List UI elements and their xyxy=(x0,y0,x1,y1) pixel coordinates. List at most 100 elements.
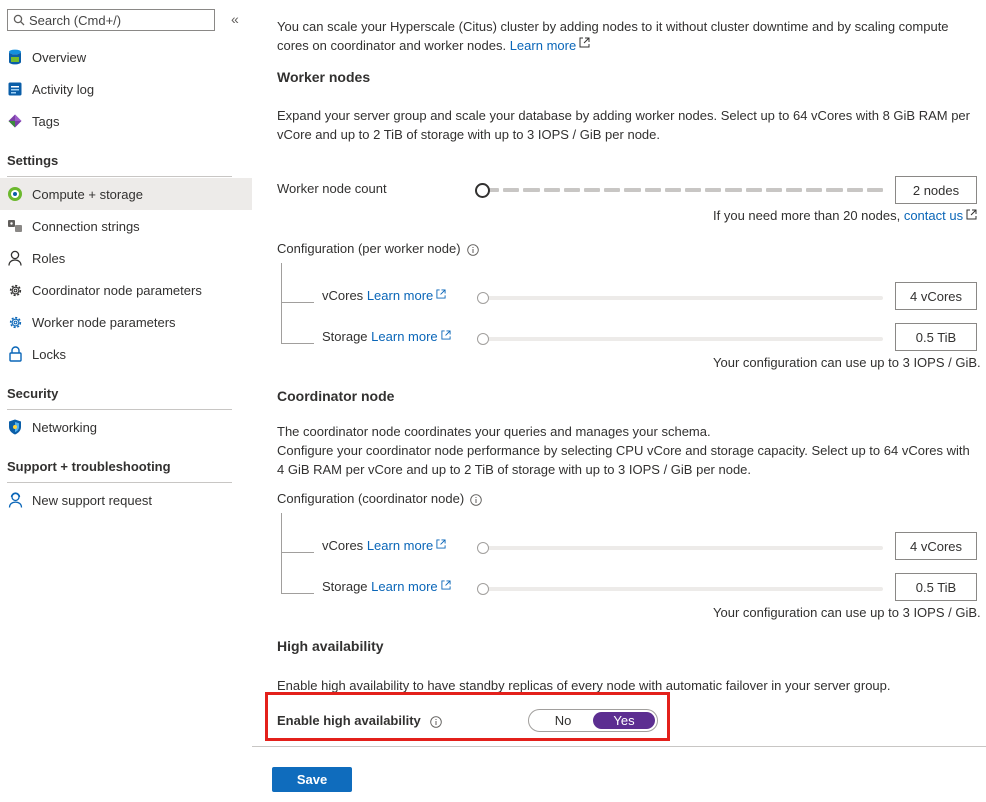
save-button[interactable]: Save xyxy=(272,767,352,792)
contact-us-link[interactable]: contact us xyxy=(904,208,977,223)
slider-tick xyxy=(503,188,520,192)
coordinator-config-tree-line xyxy=(281,513,282,593)
shield-icon xyxy=(7,419,23,435)
gear-icon xyxy=(7,314,23,330)
sidebar-item-compute-storage[interactable]: Compute + storage xyxy=(0,178,252,210)
worker-storage-slider[interactable] xyxy=(483,337,883,341)
slider-tick xyxy=(584,188,601,192)
sidebar-item-locks[interactable]: Locks xyxy=(0,338,252,370)
coordinator-storage-learn-more-link[interactable]: Learn more xyxy=(371,579,451,594)
slider-tick xyxy=(705,188,722,192)
search-input[interactable]: Search (Cmd+/) xyxy=(7,9,215,31)
info-icon[interactable] xyxy=(430,715,442,728)
intro-learn-more-link[interactable]: Learn more xyxy=(510,37,590,53)
coordinator-storage-label: Storage Learn more xyxy=(322,579,451,594)
external-link-icon xyxy=(441,580,451,590)
settings-section-title: Settings xyxy=(7,153,232,177)
slider-tick xyxy=(765,188,782,192)
worker-node-count-label: Worker node count xyxy=(277,181,387,196)
sidebar-item-tags[interactable]: Tags xyxy=(0,105,252,137)
more-nodes-text: If you need more than 20 nodes, xyxy=(713,208,901,223)
slider-tick xyxy=(866,188,883,192)
sidebar-item-label: New support request xyxy=(32,492,152,508)
sidebar-item-label: Activity log xyxy=(32,81,95,97)
ha-option-no[interactable]: No xyxy=(532,712,594,729)
external-link-icon xyxy=(966,209,977,220)
slider-tick xyxy=(523,188,540,192)
support-person-icon xyxy=(7,492,23,508)
worker-config-tree-branch xyxy=(281,343,314,344)
worker-vcores-slider-thumb[interactable] xyxy=(477,292,489,304)
collapse-sidebar-button[interactable]: « xyxy=(231,11,239,27)
database-icon xyxy=(7,49,23,65)
search-placeholder: Search (Cmd+/) xyxy=(29,12,122,28)
slider-tick xyxy=(543,188,560,192)
sidebar-item-label: Locks xyxy=(32,346,66,362)
info-icon[interactable] xyxy=(466,243,479,256)
intro-description: You can scale your Hyperscale (Citus) cl… xyxy=(277,19,949,53)
enable-ha-label: Enable high availability xyxy=(277,713,442,728)
person-icon xyxy=(7,250,23,266)
worker-vcores-learn-more-link[interactable]: Learn more xyxy=(367,288,446,303)
coordinator-storage-slider-thumb[interactable] xyxy=(477,583,489,595)
worker-nodes-title: Worker nodes xyxy=(277,69,371,85)
coordinator-config-tree-branch xyxy=(281,552,314,553)
coordinator-vcores-slider[interactable] xyxy=(483,546,883,550)
info-icon[interactable] xyxy=(470,493,482,506)
worker-node-count-value[interactable]: 2 nodes xyxy=(895,176,977,204)
search-icon xyxy=(13,14,25,26)
worker-storage-value[interactable]: 0.5 TiB xyxy=(895,323,977,351)
slider-tick xyxy=(745,188,762,192)
external-link-icon xyxy=(579,37,590,48)
sidebar-item-label: Tags xyxy=(32,113,60,129)
worker-vcores-value[interactable]: 4 vCores xyxy=(895,282,977,310)
worker-config-tree-line xyxy=(281,263,282,343)
sidebar-item-connection-strings[interactable]: Connection strings xyxy=(0,210,252,242)
external-link-icon xyxy=(441,330,451,340)
external-link-icon xyxy=(436,289,446,299)
worker-config-label: Configuration (per worker node) xyxy=(277,241,479,256)
coordinator-storage-slider[interactable] xyxy=(483,587,883,591)
worker-storage-slider-thumb[interactable] xyxy=(477,333,489,345)
search-row: Search (Cmd+/) « xyxy=(7,9,245,33)
coordinator-vcores-learn-more-link[interactable]: Learn more xyxy=(367,538,446,553)
coordinator-storage-value[interactable]: 0.5 TiB xyxy=(895,573,977,601)
lock-icon xyxy=(7,346,23,362)
sidebar-item-activity-log[interactable]: Activity log xyxy=(0,73,252,105)
slider-tick xyxy=(786,188,803,192)
sidebar-item-networking[interactable]: Networking xyxy=(0,411,252,443)
sidebar-item-roles[interactable]: Roles xyxy=(0,242,252,274)
worker-node-count-slider-thumb[interactable] xyxy=(475,183,490,198)
slider-tick xyxy=(664,188,681,192)
worker-vcores-slider[interactable] xyxy=(483,296,883,300)
slider-tick xyxy=(604,188,621,192)
sidebar-item-worker-node-parameters[interactable]: Worker node parameters xyxy=(0,306,252,338)
connection-strings-icon xyxy=(7,218,23,234)
worker-node-count-slider[interactable] xyxy=(483,188,883,192)
enable-ha-toggle[interactable]: No Yes xyxy=(528,709,658,732)
coordinator-vcores-slider-thumb[interactable] xyxy=(477,542,489,554)
sidebar-item-label: Overview xyxy=(32,49,87,65)
sidebar-item-label: Coordinator node parameters xyxy=(32,282,202,298)
coordinator-iops-note: Your configuration can use up to 3 IOPS … xyxy=(713,605,981,620)
worker-description: Expand your server group and scale your … xyxy=(277,108,970,142)
coordinator-node-title: Coordinator node xyxy=(277,388,395,404)
tag-icon xyxy=(7,113,23,129)
activity-log-icon xyxy=(7,81,23,97)
slider-tick xyxy=(685,188,702,192)
slider-tick xyxy=(846,188,863,192)
sidebar-item-coordinator-node-parameters[interactable]: Coordinator node parameters xyxy=(0,274,252,306)
coordinator-vcores-value[interactable]: 4 vCores xyxy=(895,532,977,560)
worker-storage-learn-more-link[interactable]: Learn more xyxy=(371,329,451,344)
slider-tick xyxy=(563,188,580,192)
sidebar-item-overview[interactable]: Overview xyxy=(0,41,252,73)
security-section-title: Security xyxy=(7,386,232,410)
compute-storage-icon xyxy=(7,186,23,202)
ha-option-yes[interactable]: Yes xyxy=(593,712,655,729)
slider-tick xyxy=(725,188,742,192)
coordinator-vcores-label: vCores Learn more xyxy=(322,538,446,553)
coordinator-description-line-1: The coordinator node coordinates your qu… xyxy=(277,424,711,439)
sidebar-item-new-support-request[interactable]: New support request xyxy=(0,484,252,516)
worker-config-tree-branch xyxy=(281,302,314,303)
footer-divider xyxy=(252,746,986,747)
